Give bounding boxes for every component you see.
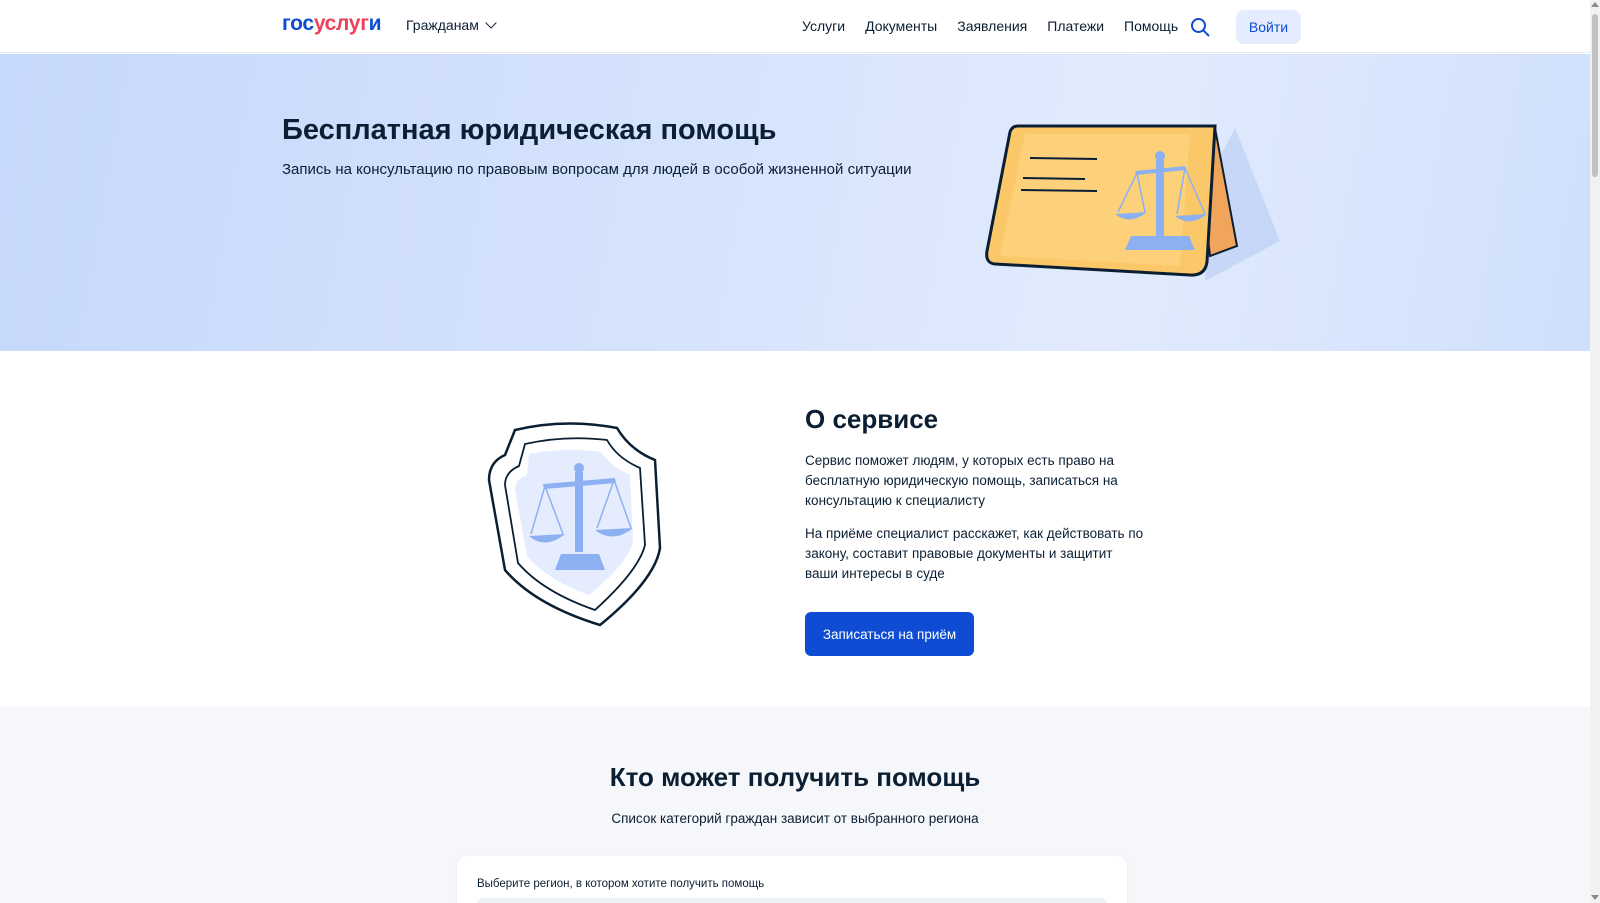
shield-scales-illustration [487, 422, 662, 627]
who-subtitle: Список категорий граждан зависит от выбр… [611, 811, 979, 826]
region-select-card: Выберите регион, в котором хотите получи… [457, 856, 1127, 903]
nav-item-help[interactable]: Помощь [1124, 18, 1178, 34]
nav-item-services[interactable]: Услуги [802, 18, 845, 34]
logo-part-uslug: услуг [313, 12, 369, 35]
nav-item-documents[interactable]: Документы [865, 18, 937, 34]
who-title: Кто может получить помощь [609, 762, 981, 792]
main-nav: Услуги Документы Заявления Платежи Помощ… [802, 18, 1198, 34]
nav-item-payments[interactable]: Платежи [1047, 18, 1104, 34]
scales-card-illustration [985, 124, 1280, 281]
region-select-label: Выберите регион, в котором хотите получи… [477, 878, 765, 890]
chevron-down-icon [485, 17, 497, 29]
audience-label: Гражданам [406, 17, 479, 33]
nav-item-applications[interactable]: Заявления [957, 18, 1027, 34]
search-icon[interactable] [1190, 17, 1210, 37]
hero-banner [0, 54, 1590, 351]
book-appointment-button[interactable]: Записаться на приём [805, 612, 974, 656]
logo-part-i: и [368, 12, 382, 35]
page-subtitle: Запись на консультацию по правовым вопро… [282, 161, 912, 178]
about-paragraph-1: Сервис поможет людям, у которых есть пра… [805, 453, 1118, 508]
login-button[interactable]: Войти [1236, 10, 1301, 44]
about-paragraph-2: На приёме специалист расскажет, как дейс… [805, 526, 1144, 581]
about-title: О сервисе [805, 404, 939, 434]
site-header: госуслуги Гражданам Услуги Документы Зая… [0, 0, 1590, 53]
region-select-input[interactable] [477, 898, 1107, 903]
page-title: Бесплатная юридическая помощь [282, 114, 777, 146]
scroll-up-arrow-icon[interactable] [1591, 2, 1599, 7]
scrollbar-thumb[interactable] [1592, 14, 1598, 177]
logo-part-gos: гос [282, 12, 314, 35]
scroll-down-arrow-icon[interactable] [1591, 895, 1599, 900]
audience-dropdown[interactable]: Гражданам [406, 17, 497, 33]
gosuslugi-logo[interactable]: госуслуги [282, 12, 382, 36]
